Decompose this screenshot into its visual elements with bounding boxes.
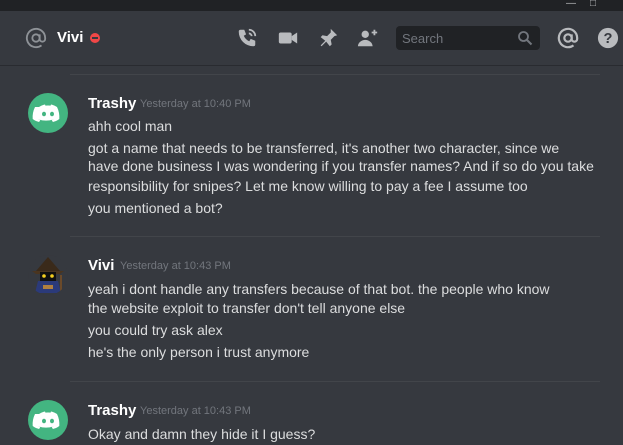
pin-icon[interactable] <box>317 27 339 49</box>
call-icon[interactable] <box>236 27 258 49</box>
discord-logo-icon <box>32 104 60 122</box>
message-text: Okay and damn they hide it I guess? <box>88 426 316 442</box>
author-name[interactable]: Trashy <box>88 402 136 419</box>
at-icon <box>25 27 47 49</box>
avatar[interactable] <box>28 93 68 133</box>
video-icon[interactable] <box>277 27 299 49</box>
message-text: he's the only person i trust anymore <box>88 344 310 360</box>
message-text: the website exploit to transfer don't te… <box>88 300 406 316</box>
dnd-status-icon <box>90 33 100 43</box>
maximize-icon[interactable]: □ <box>586 0 600 10</box>
message-text: you could try ask alex <box>88 322 223 338</box>
discord-logo-icon <box>32 411 60 429</box>
vivi-avatar-icon <box>32 257 64 293</box>
message-divider <box>70 381 600 382</box>
message-timestamp: Yesterday at 10:43 PM <box>120 260 231 272</box>
channel-header: Vivi ? <box>0 11 623 65</box>
minimize-icon[interactable]: — <box>564 0 578 10</box>
message-text: you mentioned a bot? <box>88 200 223 216</box>
svg-text:?: ? <box>604 31 613 47</box>
message-text: have done business I was wondering if yo… <box>88 158 594 174</box>
dm-name: Vivi <box>57 29 84 46</box>
author-name[interactable]: Vivi <box>88 257 114 274</box>
author-name[interactable]: Trashy <box>88 95 136 112</box>
mentions-icon[interactable] <box>557 27 579 49</box>
help-icon[interactable]: ? <box>597 27 619 49</box>
message-timestamp: Yesterday at 10:40 PM <box>140 98 251 110</box>
message-text: responsibility for snipes? Let me know w… <box>88 178 528 194</box>
add-friend-icon[interactable] <box>357 27 379 49</box>
avatar[interactable] <box>28 400 68 440</box>
search-input[interactable] <box>396 26 512 50</box>
avatar[interactable] <box>28 255 68 295</box>
message-divider <box>70 74 600 75</box>
search-box[interactable] <box>396 26 540 50</box>
message-text: got a name that needs to be transferred,… <box>88 140 560 156</box>
message-text: yeah i dont handle any transfers because… <box>88 281 550 297</box>
message-divider <box>70 236 600 237</box>
message-timestamp: Yesterday at 10:43 PM <box>140 405 251 417</box>
search-icon <box>518 31 533 46</box>
window-titlebar: — □ <box>0 0 623 11</box>
message-text: ahh cool man <box>88 118 173 134</box>
